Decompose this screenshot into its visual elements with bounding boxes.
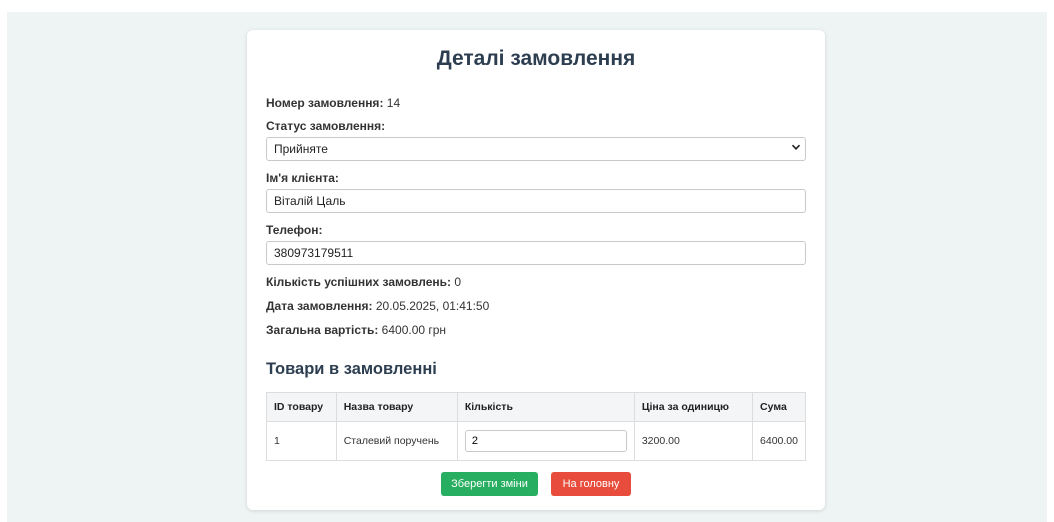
order-status-label-text: Статус замовлення: (266, 119, 386, 133)
cell-item-name: Сталевий поручень (335, 421, 458, 461)
save-changes-button[interactable]: Зберегти зміни (441, 472, 538, 496)
successful-orders-row: Кількість успішних замовлень: 0 (266, 275, 461, 289)
client-name-label: Ім'я клієнта: (266, 171, 339, 185)
client-name-label-text: Ім'я клієнта: (266, 171, 339, 185)
cell-item-id: 1 (266, 421, 337, 461)
column-header-name: Назва товару (335, 392, 458, 422)
column-header-id: ID товару (266, 392, 337, 422)
home-button[interactable]: На головну (551, 472, 631, 496)
order-number-row: Номер замовлення: 14 (266, 96, 400, 110)
order-status-select[interactable]: Прийняте (266, 137, 806, 161)
phone-label: Телефон: (266, 223, 322, 237)
order-number-label: Номер замовлення: (266, 96, 384, 110)
items-section-title: Товари в замовленні (266, 360, 437, 378)
table-row: 1 Сталевий поручень 3200.00 6400.00 (266, 421, 806, 461)
order-date-value: 20.05.2025, 01:41:50 (375, 299, 490, 313)
table-header-row: ID товару Назва товару Кількість Ціна за… (266, 392, 806, 422)
phone-input[interactable] (266, 241, 806, 265)
client-name-input[interactable] (266, 189, 806, 213)
order-total-row: Загальна вартість: 6400.00 грн (266, 323, 446, 337)
successful-orders-label: Кількість успішних замовлень: (266, 275, 452, 289)
order-number-value: 14 (386, 96, 401, 110)
successful-orders-value: 0 (454, 275, 462, 289)
column-header-unit-price: Ціна за одиницю (633, 392, 754, 422)
order-date-row: Дата замовлення: 20.05.2025, 01:41:50 (266, 299, 489, 313)
column-header-sum: Сума (752, 392, 806, 422)
order-items-table: ID товару Назва товару Кількість Ціна за… (266, 392, 806, 461)
cell-unit-price: 3200.00 (633, 421, 754, 461)
order-status-label: Статус замовлення: (266, 119, 385, 133)
quantity-input[interactable] (464, 430, 627, 452)
order-date-label: Дата замовлення: (266, 299, 373, 313)
order-total-label: Загальна вартість: (266, 323, 379, 337)
page-title: Деталі замовлення (436, 47, 636, 70)
order-total-value: 6400.00 грн (381, 323, 447, 337)
order-details-card: Деталі замовлення Номер замовлення: 14 С… (247, 30, 825, 510)
phone-label-text: Телефон: (266, 223, 323, 237)
column-header-quantity: Кількість (456, 392, 635, 422)
cell-sum: 6400.00 (752, 421, 806, 461)
cell-item-quantity (456, 421, 635, 461)
